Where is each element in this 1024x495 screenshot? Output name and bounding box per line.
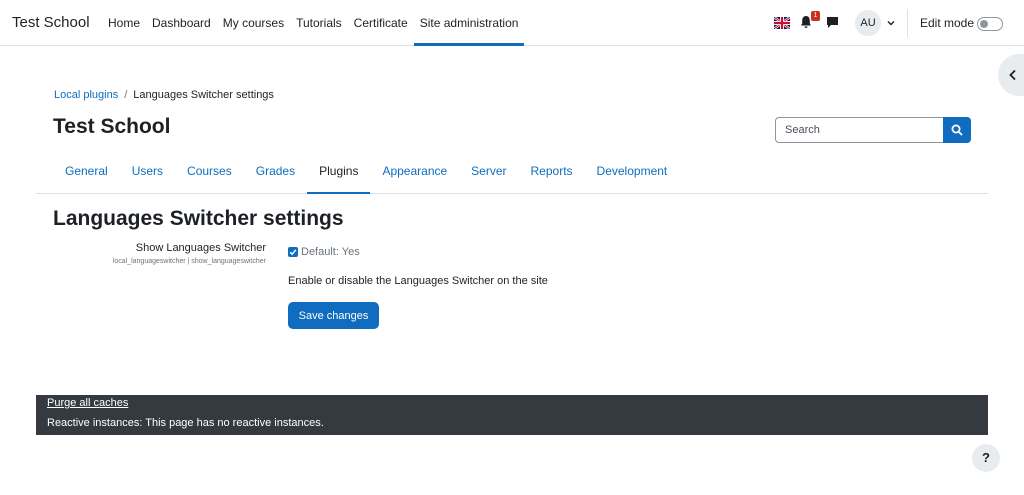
tab-courses[interactable]: Courses <box>175 149 244 193</box>
setting-description: Enable or disable the Languages Switcher… <box>288 275 548 287</box>
chat-bubble-icon[interactable] <box>826 16 839 29</box>
notification-count-badge: 1 <box>811 11 820 21</box>
secondary-navigation: General Users Courses Grades Plugins App… <box>36 149 988 194</box>
tab-development[interactable]: Development <box>585 149 680 193</box>
checkmark-icon <box>289 249 297 256</box>
breadcrumb-current: Languages Switcher settings <box>133 89 274 101</box>
avatar[interactable]: AU <box>855 10 881 36</box>
settings-heading: Languages Switcher settings <box>53 207 344 230</box>
help-button[interactable]: ? <box>972 444 1000 472</box>
nav-tutorials[interactable]: Tutorials <box>290 0 348 46</box>
tab-reports[interactable]: Reports <box>519 149 585 193</box>
tab-users[interactable]: Users <box>120 149 175 193</box>
breadcrumb-separator: / <box>124 89 128 101</box>
nav-site-administration[interactable]: Site administration <box>413 0 525 46</box>
search-icon <box>951 124 963 136</box>
search-button[interactable] <box>943 117 971 143</box>
navbar-divider <box>907 9 908 37</box>
open-block-drawer-button[interactable] <box>998 54 1024 96</box>
primary-navigation: Home Dashboard My courses Tutorials Cert… <box>102 0 525 46</box>
breadcrumb: Local plugins / Languages Switcher setti… <box>54 89 274 101</box>
purge-all-caches-link[interactable]: Purge all caches <box>47 397 128 409</box>
uk-flag-icon[interactable] <box>774 17 790 29</box>
tab-plugins[interactable]: Plugins <box>307 149 371 194</box>
edit-mode-label: Edit mode <box>920 16 975 30</box>
show-languages-switcher-checkbox[interactable] <box>288 247 298 257</box>
breadcrumb-local-plugins[interactable]: Local plugins <box>54 89 118 101</box>
site-brand[interactable]: Test School <box>12 14 90 31</box>
setting-label: Show Languages Switcher <box>135 242 266 254</box>
reactive-instances-text: Reactive instances: This page has no rea… <box>47 417 324 429</box>
tab-server[interactable]: Server <box>459 149 518 193</box>
setting-default: Default: Yes <box>301 246 360 258</box>
nav-my-courses[interactable]: My courses <box>217 0 290 46</box>
top-navbar: Test School Home Dashboard My courses Tu… <box>0 0 1024 46</box>
toggle-knob <box>980 20 988 28</box>
chevron-left-icon <box>1009 69 1016 81</box>
search-form <box>775 117 971 143</box>
chevron-down-icon[interactable] <box>886 18 896 28</box>
tab-appearance[interactable]: Appearance <box>370 149 459 193</box>
save-changes-button[interactable]: Save changes <box>288 302 379 329</box>
tab-general[interactable]: General <box>53 149 120 193</box>
setting-identifier: local_languageswitcher | show_languagesw… <box>112 258 266 265</box>
nav-dashboard[interactable]: Dashboard <box>146 0 217 46</box>
nav-home[interactable]: Home <box>102 0 146 46</box>
page-footer: Purge all caches Reactive instances: Thi… <box>36 395 988 435</box>
nav-certificate[interactable]: Certificate <box>348 0 414 46</box>
search-input[interactable] <box>775 117 944 143</box>
tab-grades[interactable]: Grades <box>244 149 307 193</box>
page-title: Test School <box>53 115 171 138</box>
edit-mode-toggle[interactable] <box>977 17 1003 31</box>
